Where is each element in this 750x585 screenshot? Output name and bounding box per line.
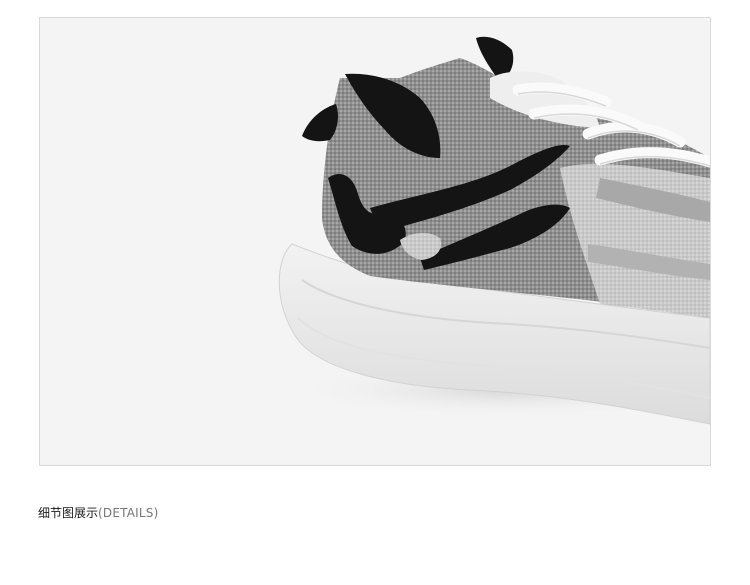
sneaker-illustration <box>278 36 710 425</box>
caption-chinese: 细节图展示 <box>38 506 99 520</box>
caption-english: (DETAILS) <box>98 506 159 520</box>
detail-caption: 细节图展示(DETAILS) <box>38 504 158 522</box>
heel-pull-tab <box>302 104 338 142</box>
product-detail-photo <box>39 17 711 466</box>
